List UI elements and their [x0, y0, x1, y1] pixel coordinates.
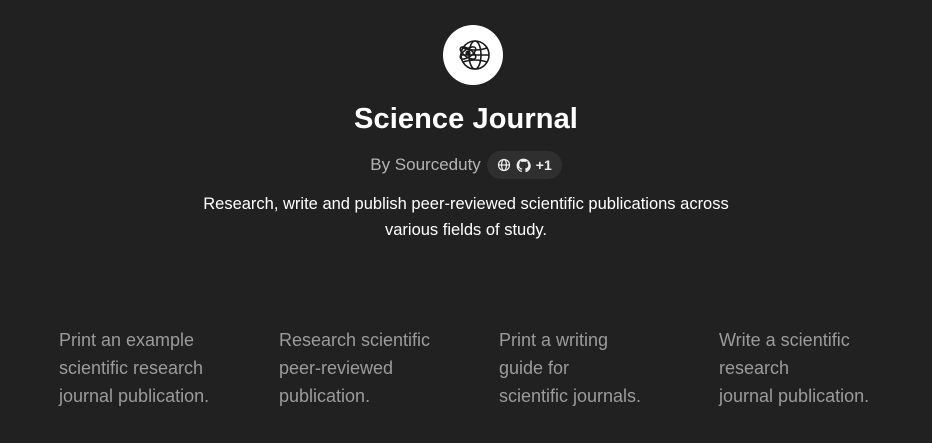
- byline: By Sourceduty +1: [0, 151, 932, 179]
- conversation-starter[interactable]: Research scientific peer-reviewed public…: [266, 326, 466, 410]
- conversation-starter[interactable]: Print a writing guide for scientific jou…: [486, 326, 686, 410]
- gpt-avatar: [443, 25, 503, 85]
- gpt-description: Research, write and publish peer-reviewe…: [203, 195, 729, 239]
- conversation-starters: Print an example scientific research jou…: [46, 326, 926, 410]
- gpt-title: Science Journal: [354, 103, 578, 135]
- github-icon: [516, 158, 531, 172]
- globe-icon: [497, 158, 510, 172]
- conversation-starter[interactable]: Print an example scientific research jou…: [46, 326, 246, 410]
- globe-with-atom-icon: [459, 40, 490, 70]
- more-links-count: +1: [535, 157, 552, 173]
- conversation-starter[interactable]: Write a scientific research journal publ…: [706, 326, 906, 410]
- gpt-landing: Science Journal By Sourceduty +1 Researc…: [0, 0, 932, 443]
- author-name: By Sourceduty: [370, 155, 481, 174]
- links-pill[interactable]: +1: [486, 151, 562, 179]
